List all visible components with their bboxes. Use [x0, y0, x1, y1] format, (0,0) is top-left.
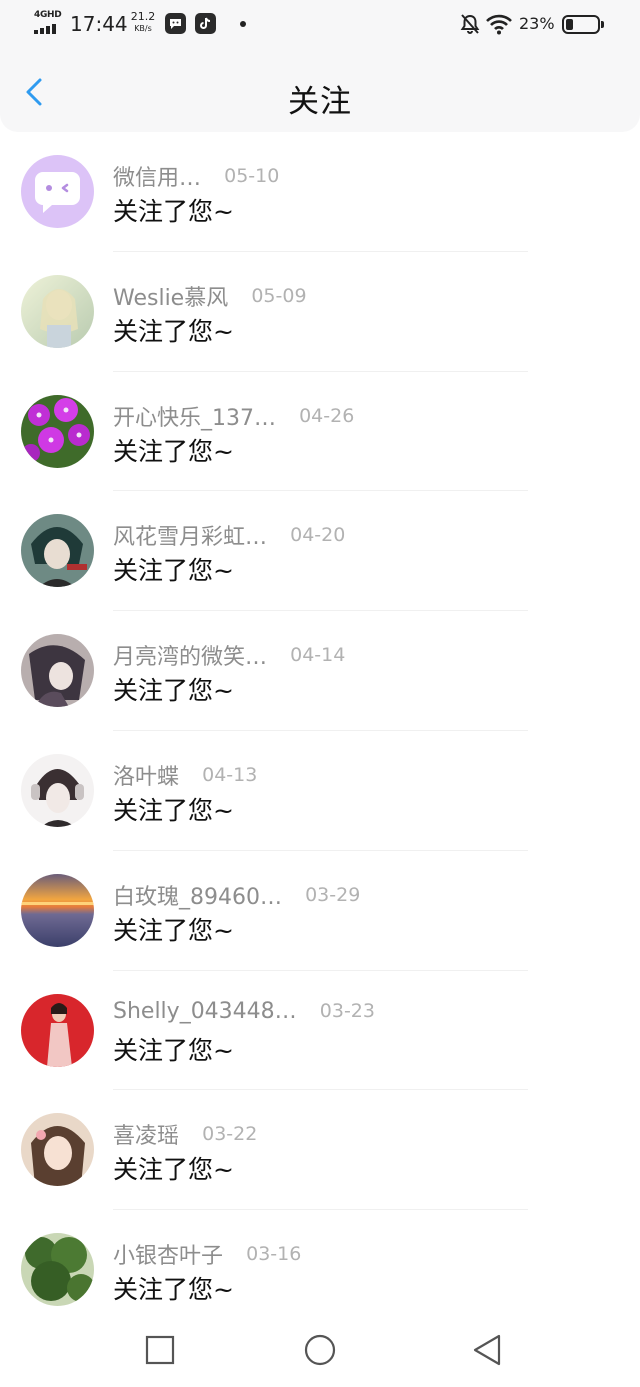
- follow-date: 03-29: [305, 883, 361, 906]
- list-item[interactable]: Shelly_043448… 03-23 关注了您~: [0, 971, 640, 1091]
- follow-message: 关注了您~: [113, 676, 234, 706]
- recent-apps-icon: [145, 1335, 175, 1365]
- network-type: 4GHD: [34, 10, 62, 20]
- clock: 17:44: [70, 12, 128, 36]
- woman-red-background-avatar[interactable]: [21, 993, 94, 1067]
- system-nav-bar: [0, 1312, 640, 1387]
- list-item[interactable]: Weslie慕风 05-09 关注了您~: [0, 252, 640, 372]
- wifi-icon: [486, 14, 512, 35]
- girl-portrait-avatar[interactable]: [21, 1113, 94, 1187]
- status-bar: 4GHD 17:44 21.2 KB/s 23%: [0, 0, 640, 50]
- follow-message: 关注了您~: [113, 316, 234, 346]
- follow-message: 关注了您~: [113, 915, 234, 945]
- follower-name[interactable]: 小银杏叶子: [113, 1238, 223, 1270]
- follower-name[interactable]: Shelly_043448…: [113, 999, 297, 1024]
- follower-name[interactable]: 白玫瑰_89460…: [113, 879, 282, 911]
- home-button[interactable]: [302, 1332, 338, 1368]
- follower-name[interactable]: 风花雪月彩虹…: [113, 519, 267, 551]
- list-item[interactable]: 白玫瑰_89460… 03-29 关注了您~: [0, 851, 640, 971]
- follow-date: 05-09: [251, 284, 307, 307]
- system-back-button[interactable]: [470, 1332, 506, 1368]
- follow-date: 03-16: [246, 1243, 302, 1266]
- signal-icon: 4GHD: [34, 10, 64, 36]
- follower-list: 微信用… 05-10 关注了您~ Weslie慕风 05-09 关注了您~ 开心…: [0, 132, 640, 1330]
- follow-message: 关注了您~: [113, 1035, 234, 1065]
- purple-flowers-avatar[interactable]: [21, 394, 94, 468]
- battery-tip: [601, 21, 604, 28]
- list-item[interactable]: 微信用… 05-10 关注了您~: [0, 132, 640, 252]
- mute-bell-icon: [460, 14, 480, 34]
- follower-name[interactable]: 洛叶蝶: [113, 759, 179, 791]
- anime-boy-green-avatar[interactable]: [21, 514, 94, 588]
- follow-date: 04-13: [202, 763, 258, 786]
- network-speed: 21.2 KB/s: [130, 10, 156, 34]
- recent-apps-button[interactable]: [142, 1332, 178, 1368]
- follow-message: 关注了您~: [113, 795, 234, 825]
- follower-name[interactable]: 月亮湾的微笑…: [113, 639, 267, 671]
- header: 关注: [0, 50, 640, 132]
- follow-message: 关注了您~: [113, 1275, 234, 1305]
- back-triangle-icon: [473, 1334, 501, 1366]
- follow-date: 04-20: [290, 524, 346, 547]
- follow-date: 04-26: [299, 404, 355, 427]
- anime-dark-avatar[interactable]: [21, 634, 94, 708]
- follower-name[interactable]: Weslie慕风: [113, 280, 228, 312]
- list-item[interactable]: 开心快乐_137… 04-26 关注了您~: [0, 372, 640, 492]
- follow-message: 关注了您~: [113, 436, 234, 466]
- follower-name[interactable]: 微信用…: [113, 160, 201, 192]
- chat-app-icon: [165, 13, 186, 34]
- list-item[interactable]: 风花雪月彩虹… 04-20 关注了您~: [0, 491, 640, 612]
- green-tree-avatar[interactable]: [21, 1233, 94, 1307]
- sunset-sea-avatar[interactable]: [21, 873, 94, 947]
- home-icon: [304, 1334, 336, 1366]
- follow-date: 03-22: [202, 1123, 258, 1146]
- follower-name[interactable]: 喜凌瑶: [113, 1118, 179, 1150]
- tiktok-icon: [195, 13, 216, 34]
- follow-date: 04-14: [290, 644, 346, 667]
- list-item[interactable]: 喜凌瑶 03-22 关注了您~: [0, 1090, 640, 1211]
- notification-dot: [240, 21, 246, 27]
- list-item[interactable]: 洛叶蝶 04-13 关注了您~: [0, 731, 640, 851]
- battery-icon: [562, 15, 600, 34]
- default-wechat-avatar[interactable]: [21, 155, 94, 228]
- follow-date: 03-23: [319, 1000, 375, 1023]
- follow-message: 关注了您~: [113, 1155, 234, 1185]
- battery-fill: [566, 19, 573, 30]
- follow-message: 关注了您~: [113, 556, 234, 586]
- anime-headphones-avatar[interactable]: [21, 753, 94, 827]
- battery-percent: 23%: [519, 14, 555, 33]
- follower-name[interactable]: 开心快乐_137…: [113, 400, 276, 432]
- anime-girl-light-avatar[interactable]: [21, 274, 94, 348]
- list-item[interactable]: 月亮湾的微笑… 04-14 关注了您~: [0, 611, 640, 731]
- page-title: 关注: [288, 84, 352, 120]
- follow-date: 05-10: [224, 165, 280, 187]
- follow-message: 关注了您~: [113, 197, 234, 226]
